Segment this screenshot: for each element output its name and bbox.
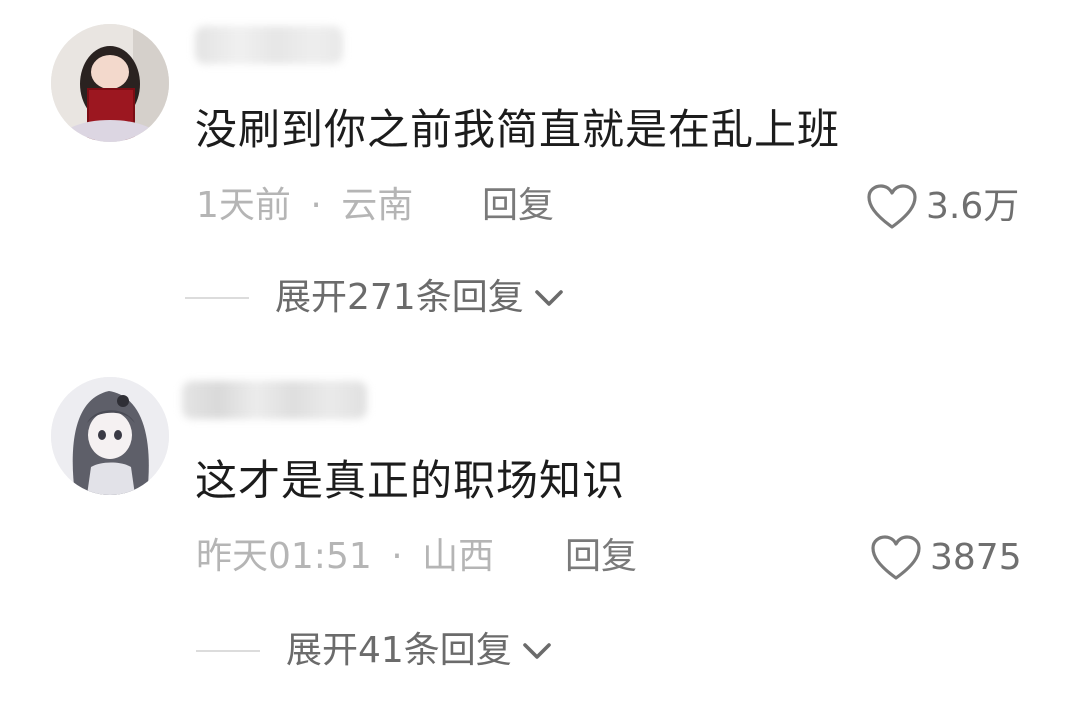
comment-time: 昨天01:51 bbox=[196, 536, 372, 577]
comment-location: 山西 bbox=[422, 536, 495, 577]
like-count: 3875 bbox=[930, 537, 1022, 578]
like-count: 3.6万 bbox=[926, 186, 1020, 227]
username-blurred[interactable] bbox=[182, 381, 367, 419]
comment-item: 这才是真正的职场知识 昨天01:51 · 山西 回复 3875 展开41条回复 bbox=[0, 355, 1083, 722]
avatar[interactable] bbox=[51, 24, 169, 142]
expand-replies-button[interactable]: 展开271条回复 bbox=[185, 276, 566, 320]
divider-line bbox=[185, 297, 249, 299]
chevron-down-icon bbox=[523, 643, 551, 659]
expand-replies-label: 展开41条回复 bbox=[286, 630, 512, 671]
chevron-down-icon bbox=[534, 290, 563, 306]
avatar-image bbox=[51, 24, 169, 142]
like-button[interactable]: 3875 bbox=[870, 535, 1022, 581]
expand-replies-button[interactable]: 展开41条回复 bbox=[196, 629, 554, 673]
divider-line bbox=[196, 650, 260, 652]
avatar[interactable] bbox=[51, 377, 169, 495]
reply-button[interactable]: 回复 bbox=[482, 184, 554, 228]
expand-replies-label: 展开271条回复 bbox=[275, 277, 524, 318]
comment-meta: 1天前 · 云南 bbox=[196, 184, 413, 228]
comment-item: 没刷到你之前我简直就是在乱上班 1天前 · 云南 回复 3.6万 展开271条回… bbox=[0, 0, 1083, 340]
heart-outline-icon bbox=[871, 535, 921, 580]
comment-text: 这才是真正的职场知识 bbox=[195, 456, 626, 505]
meta-separator: · bbox=[391, 536, 403, 577]
comment-time: 1天前 bbox=[196, 185, 291, 226]
meta-separator: · bbox=[310, 185, 322, 226]
comment-text: 没刷到你之前我简直就是在乱上班 bbox=[195, 105, 841, 154]
like-button[interactable]: 3.6万 bbox=[866, 184, 1019, 230]
comment-location: 云南 bbox=[341, 185, 414, 226]
avatar-image bbox=[51, 377, 169, 495]
username-blurred[interactable] bbox=[195, 26, 343, 64]
comment-meta: 昨天01:51 · 山西 bbox=[196, 535, 494, 579]
heart-outline-icon bbox=[867, 184, 917, 229]
reply-button[interactable]: 回复 bbox=[565, 535, 637, 579]
